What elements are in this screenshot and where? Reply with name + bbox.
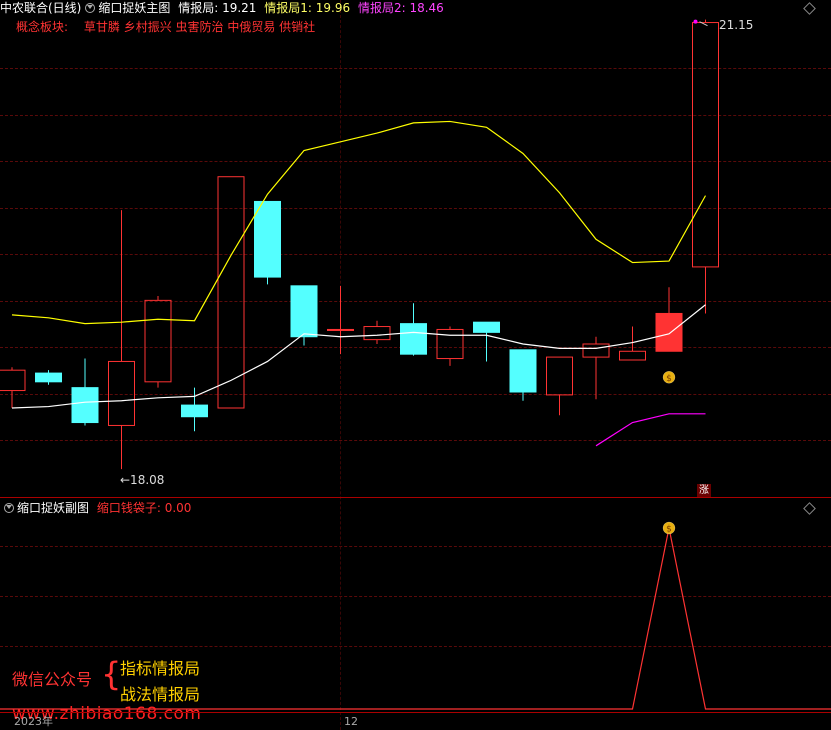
candle-up [619, 350, 646, 361]
watermark-line2: 战法情报局 [120, 685, 201, 704]
money-bag-icon: $ [666, 525, 672, 535]
legend-item: 情报局2: 18.46 [357, 1, 444, 15]
series-line [595, 413, 706, 447]
high-marker [693, 19, 698, 24]
candle-up [655, 312, 683, 352]
candle-down [400, 323, 427, 355]
candle-up [546, 356, 573, 396]
candle-down [254, 200, 281, 278]
time-axis-month: 12 [344, 715, 358, 728]
low-price-label: ←18.08 [120, 473, 165, 487]
candle-up [108, 360, 135, 426]
sub-indicator-name[interactable]: 缩口捉妖副图 [17, 501, 89, 515]
candle-down [473, 321, 500, 333]
candle-down [35, 372, 62, 383]
watermark-line1: 指标情报局 [120, 659, 201, 678]
candle-up [363, 326, 391, 341]
candle-up [327, 328, 354, 331]
candle-down [509, 349, 537, 393]
sub-header: 缩口捉妖副图 缩口钱袋子: 0.00 [0, 501, 191, 515]
series-line [11, 304, 706, 409]
candle-up [0, 369, 26, 392]
dropdown-icon[interactable] [85, 3, 96, 13]
candle-up [144, 299, 172, 383]
concept-label: 概念板块: [16, 20, 69, 34]
time-axis-line [0, 712, 831, 713]
candle-up [436, 328, 464, 360]
candle-up [217, 176, 245, 409]
watermark-brace: { [101, 655, 122, 693]
indicator-name[interactable]: 缩口捉妖主图 [98, 1, 170, 15]
candle-up [692, 22, 719, 268]
watermark-left: 微信公众号 [12, 670, 93, 689]
high-price-label: 21.15 [719, 18, 754, 32]
main-header: 中农联合(日线) 缩口捉妖主图 情报局: 19.21 情报局1: 19.96 情报… [0, 1, 444, 15]
candle-down [71, 387, 99, 424]
panel-divider [0, 497, 831, 498]
candle-up [582, 343, 610, 358]
chart-canvas: $$ [0, 19, 831, 710]
time-axis-year: 2023年 [14, 715, 53, 728]
legend-item: 情报局: 19.21 [178, 1, 257, 15]
dropdown-icon[interactable] [4, 503, 14, 513]
candle-down [181, 404, 208, 418]
stock-name: 中农联合(日线) [0, 1, 82, 15]
candle-down [290, 285, 318, 338]
legend-item: 情报局1: 19.96 [264, 1, 351, 15]
concept-row: 概念板块: 草甘膦 乡村振兴 虫害防治 中俄贸易 供销社 [16, 20, 315, 34]
series-line [11, 120, 707, 325]
concept-items: 草甘膦 乡村振兴 虫害防治 中俄贸易 供销社 [83, 20, 316, 34]
sub-legend: 缩口钱袋子: 0.00 [96, 501, 192, 515]
zhang-badge: 涨 [697, 484, 711, 498]
money-bag-icon: $ [666, 374, 672, 384]
